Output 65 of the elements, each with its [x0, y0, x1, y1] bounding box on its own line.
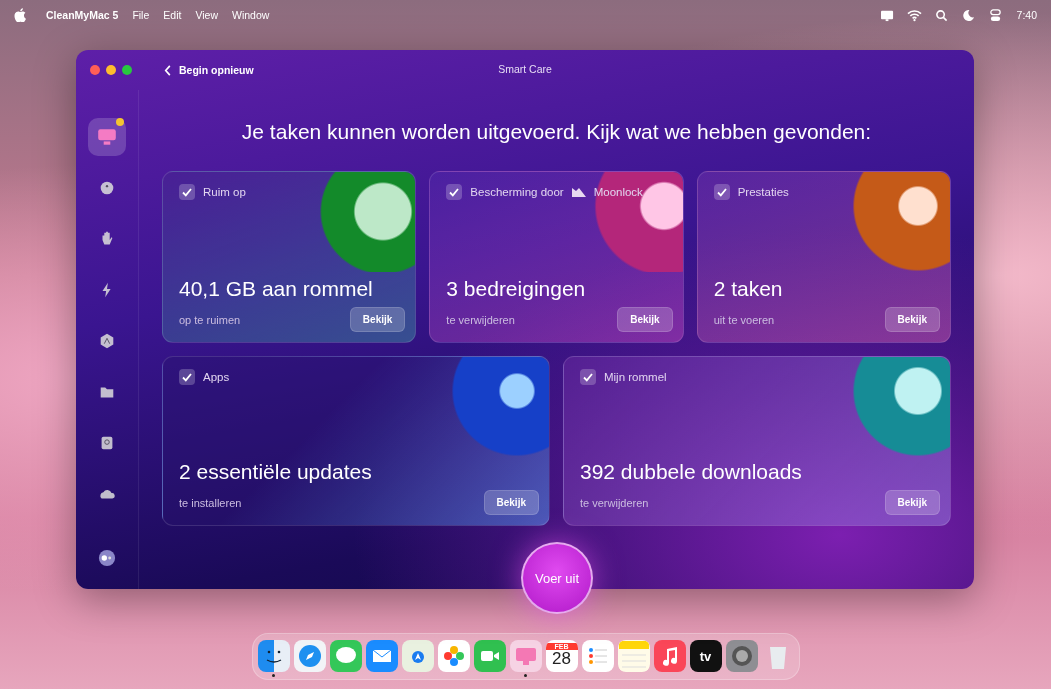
checkbox[interactable] — [713, 184, 730, 200]
close-button[interactable] — [90, 65, 100, 75]
app-menu[interactable]: CleanMyMac 5 — [46, 9, 119, 21]
view-button[interactable]: Bekijk — [617, 307, 673, 332]
tv-app-icon[interactable]: tv — [689, 640, 722, 672]
disk-icon — [98, 179, 116, 197]
card-detail: te verwijderen — [446, 313, 515, 326]
checkbox[interactable] — [179, 369, 195, 385]
chevron-left-icon — [164, 64, 172, 76]
menu-item[interactable]: View — [195, 9, 218, 21]
apple-logo-icon[interactable] — [14, 8, 26, 22]
notification-dot — [116, 118, 124, 126]
mail-app-icon[interactable] — [365, 640, 398, 672]
card-label: Apps — [203, 371, 230, 383]
clock: 7:40 — [1016, 9, 1037, 21]
brand-label: Moonlock — [593, 186, 643, 198]
maps-app-icon[interactable] — [401, 640, 434, 672]
view-button[interactable]: Bekijk — [483, 490, 539, 515]
care-nav-item[interactable] — [88, 118, 126, 156]
tv-label: tv — [699, 648, 712, 664]
card-value: 3 bedreigingen — [446, 277, 587, 301]
menu-item[interactable]: Edit — [163, 9, 182, 21]
mountain-icon — [571, 187, 586, 197]
view-button[interactable]: Bekijk — [884, 307, 940, 332]
card-value: 392 dubbele downloads — [580, 460, 803, 484]
view-button[interactable]: Bekijk — [349, 307, 406, 332]
photos-app-icon[interactable] — [437, 640, 470, 672]
card-value: 2 essentiële updates — [179, 460, 373, 484]
facetime-app-icon[interactable] — [473, 640, 506, 672]
card-label: Bescherming door — [470, 186, 564, 198]
checkbox[interactable] — [580, 369, 596, 385]
menu-item[interactable]: Window — [231, 9, 270, 21]
music-app-icon[interactable] — [653, 640, 686, 672]
settings-app-icon[interactable] — [725, 640, 758, 672]
notepad-icon — [618, 641, 649, 671]
card-label: Ruim op — [203, 186, 246, 198]
view-button[interactable]: Bekijk — [884, 490, 940, 515]
checkbox[interactable] — [179, 184, 195, 200]
moon-icon[interactable] — [960, 8, 976, 22]
wifi-icon[interactable] — [906, 8, 922, 22]
hexagon-icon — [98, 332, 116, 350]
reminders-app-icon[interactable] — [581, 640, 614, 672]
menu-item[interactable]: File — [132, 9, 150, 21]
card-detail: uit te voeren — [713, 313, 775, 326]
window-title: Smart Care — [497, 63, 553, 75]
control-center-icon[interactable] — [987, 8, 1003, 22]
monitor-icon — [96, 126, 118, 148]
run-button[interactable]: Voer uit — [521, 542, 593, 614]
finder-app-icon[interactable] — [257, 640, 290, 672]
search-icon[interactable] — [933, 8, 949, 22]
card-label: Mijn rommel — [604, 371, 667, 383]
back-button[interactable]: Begin opnieuw — [164, 62, 254, 78]
minimize-button[interactable] — [106, 65, 116, 75]
card-value: 2 taken — [713, 277, 784, 301]
calendar-day: 28 — [552, 650, 571, 669]
assistant-icon[interactable] — [98, 549, 116, 567]
card-detail: op te ruimen — [179, 313, 241, 326]
card-value: 40,1 GB aan rommel — [179, 277, 374, 301]
card-label: Prestaties — [737, 186, 789, 198]
card-detail: te installeren — [179, 496, 242, 509]
checkbox[interactable] — [446, 184, 463, 200]
card-detail: te verwijderen — [580, 496, 649, 509]
headline: Je taken kunnen worden uitgevoerd. Kijk wat we hebben gevonden: — [240, 120, 873, 144]
zoom-button[interactable] — [122, 65, 132, 75]
display-icon[interactable] — [879, 8, 895, 22]
